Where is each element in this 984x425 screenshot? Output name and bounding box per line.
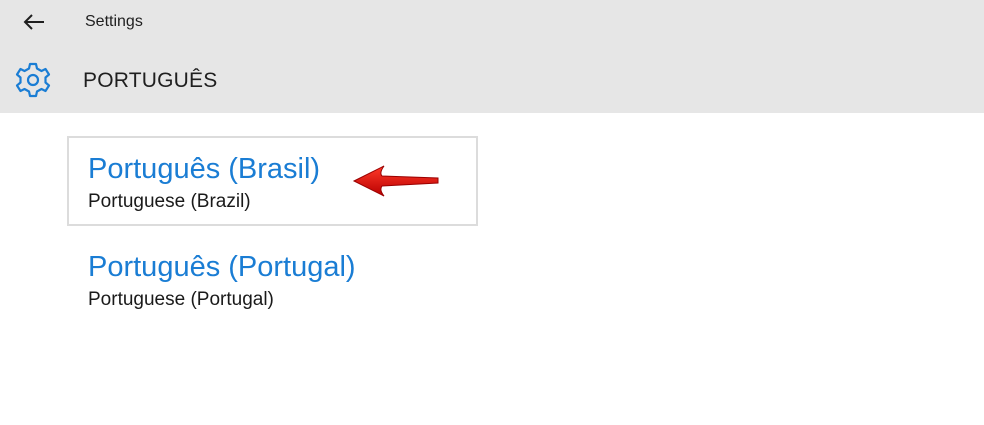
language-native-name: Português (Brasil) (88, 153, 321, 185)
back-button[interactable] (12, 5, 56, 39)
language-native-name: Português (Portugal) (88, 251, 356, 283)
app-title: Settings (85, 13, 143, 30)
gear-icon (15, 62, 51, 98)
back-arrow-icon (23, 14, 44, 30)
red-arrow-pointer-icon (352, 165, 439, 197)
page-title: PORTUGUÊS (83, 69, 218, 92)
language-english-name: Portuguese (Brazil) (88, 191, 251, 212)
language-english-name: Portuguese (Portugal) (88, 289, 274, 310)
language-option-portugal[interactable]: Português (Portugal) Portuguese (Portuga… (67, 238, 478, 328)
title-bar: Settings PORTUGUÊS (0, 0, 984, 113)
